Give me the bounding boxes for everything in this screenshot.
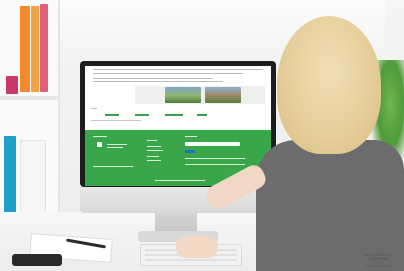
text-line — [93, 69, 263, 70]
bookshelf — [0, 0, 60, 240]
gallery-photo[interactable] — [205, 87, 241, 103]
woman-hand — [176, 236, 218, 258]
orange-binder — [31, 6, 39, 92]
woman-hair — [277, 16, 381, 154]
text-line — [185, 136, 197, 137]
monitor-screen — [85, 66, 271, 186]
smartphone — [12, 254, 62, 266]
shelf-board — [0, 96, 58, 100]
municipality-logo: KONSTANCIN- JEZIORNA WOJCIECH URZĄD MIAS… — [364, 241, 392, 268]
link[interactable] — [165, 114, 183, 116]
text-line — [91, 120, 141, 121]
link[interactable] — [197, 114, 207, 116]
text-line — [93, 81, 223, 82]
text-line — [147, 150, 163, 151]
text-line — [107, 144, 127, 145]
text-line — [147, 160, 161, 161]
crest-icon — [97, 142, 102, 147]
office-photo: KONSTANCIN- JEZIORNA WOJCIECH URZĄD MIAS… — [0, 0, 404, 271]
key-row — [145, 259, 237, 261]
pink-binder — [40, 4, 48, 92]
orange-binder — [20, 6, 30, 92]
photo-gallery — [135, 86, 265, 104]
text-line — [93, 73, 243, 74]
link[interactable] — [105, 114, 119, 116]
svg-text:URZĄD MIASTA I GMINY: URZĄD MIASTA I GMINY — [365, 265, 391, 268]
text-line — [147, 140, 157, 141]
svg-text:JEZIORNA: JEZIORNA — [367, 257, 388, 261]
text-line — [185, 158, 245, 159]
text-line — [147, 156, 159, 157]
subscribe-button[interactable] — [185, 150, 195, 153]
text-line — [93, 166, 133, 167]
pink-box — [6, 76, 18, 94]
website-content — [85, 66, 271, 130]
text-line — [155, 180, 205, 181]
text-line — [93, 136, 107, 137]
text-line — [185, 164, 245, 165]
newsletter-input[interactable] — [185, 142, 240, 146]
gallery-photo[interactable] — [165, 87, 201, 103]
link[interactable] — [135, 114, 149, 116]
text-line — [147, 146, 161, 147]
text-line — [91, 108, 97, 109]
text-line — [107, 147, 123, 148]
monitor-stand — [155, 213, 197, 231]
text-line — [93, 78, 213, 79]
